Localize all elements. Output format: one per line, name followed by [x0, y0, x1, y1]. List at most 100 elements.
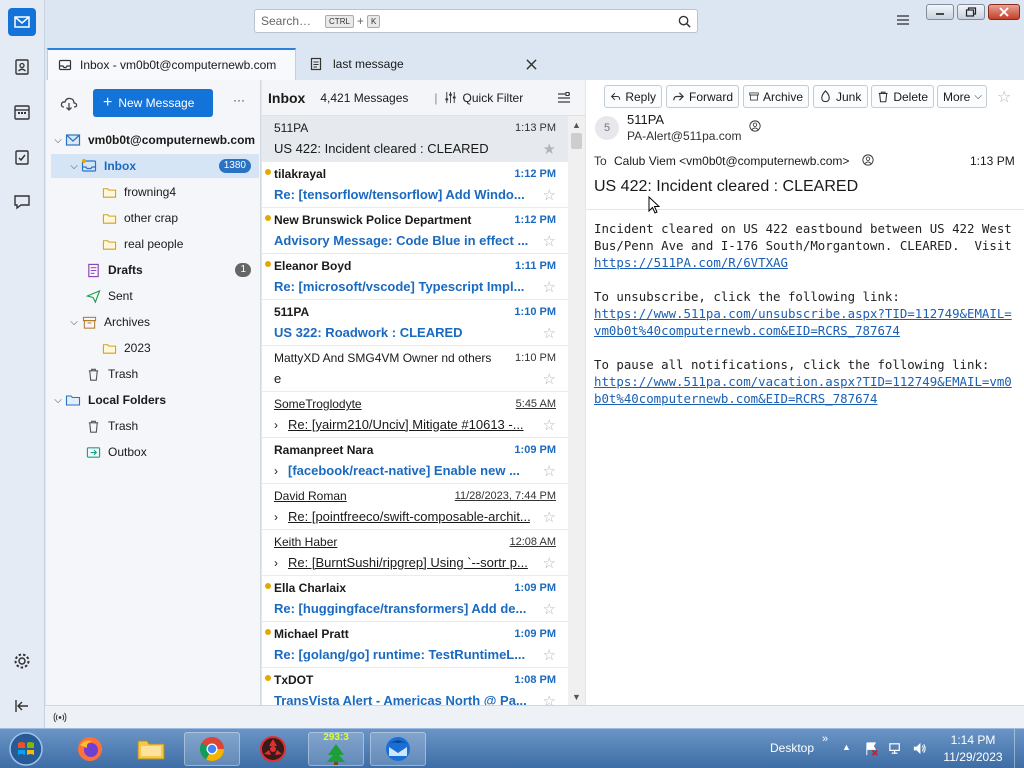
- table-row[interactable]: Ramanpreet Nara 1:09 PM › [facebook/reac…: [262, 438, 568, 484]
- more-button[interactable]: More ⌵: [937, 85, 987, 108]
- table-row[interactable]: David Roman 11/28/2023, 7:44 PM › Re: [p…: [262, 484, 568, 530]
- scrollbar-thumb[interactable]: [571, 133, 582, 149]
- tray-show-hidden-icon[interactable]: ▲: [842, 742, 851, 752]
- star-icon[interactable]: ☆: [543, 278, 556, 296]
- local-folder-trash[interactable]: Trash: [51, 414, 259, 438]
- table-row[interactable]: SomeTroglodyte 5:45 AM › Re: [yairm210/U…: [262, 392, 568, 438]
- address-book-button[interactable]: [8, 53, 36, 81]
- table-row[interactable]: Keith Haber 12:08 AM › Re: [BurntSushi/r…: [262, 530, 568, 576]
- clock-time[interactable]: 1:14 PM: [940, 733, 1006, 747]
- star-icon[interactable]: ☆: [543, 554, 556, 572]
- taskbar-security-app[interactable]: [245, 732, 301, 766]
- table-row[interactable]: Michael Pratt 1:09 PM Re: [golang/go] ru…: [262, 622, 568, 668]
- star-icon[interactable]: ☆: [543, 508, 556, 526]
- from-email[interactable]: PA-Alert@511pa.com: [627, 129, 741, 143]
- table-row[interactable]: New Brunswick Police Department 1:12 PM …: [262, 208, 568, 254]
- folder-frowning4[interactable]: frowning4: [51, 180, 259, 204]
- archive-button[interactable]: Archive: [743, 85, 809, 108]
- table-row[interactable]: MattyXD And SMG4VM Owner nd others 1:10 …: [262, 346, 568, 392]
- folder-pane-more-button[interactable]: ···: [230, 93, 248, 111]
- folder-sent[interactable]: Sent: [51, 284, 259, 308]
- desktop-toolbar-label[interactable]: Desktop: [770, 741, 814, 755]
- network-icon[interactable]: [888, 741, 903, 756]
- chat-button[interactable]: [8, 188, 36, 216]
- thread-expand-icon[interactable]: ›: [274, 556, 278, 570]
- star-icon[interactable]: ☆: [543, 186, 556, 204]
- quick-filter-button[interactable]: Quick Filter: [444, 91, 523, 105]
- to-value[interactable]: Calub Viem <vm0b0t@computernewb.com>: [614, 154, 849, 168]
- show-desktop-button[interactable]: [1014, 729, 1024, 768]
- start-button[interactable]: [6, 731, 46, 767]
- tasks-button[interactable]: [8, 143, 36, 171]
- star-icon[interactable]: ☆: [543, 646, 556, 664]
- from-name[interactable]: 511PA: [627, 112, 664, 127]
- table-row[interactable]: tilakrayal 1:12 PM Re: [tensorflow/tenso…: [262, 162, 568, 208]
- folder-inbox[interactable]: ⌵ Inbox 1380: [51, 154, 259, 178]
- settings-button[interactable]: [8, 647, 36, 675]
- folder-drafts[interactable]: Drafts 1: [51, 258, 259, 282]
- action-center-flag-icon[interactable]: [864, 741, 879, 756]
- minimize-button[interactable]: [926, 4, 954, 20]
- thread-expand-icon[interactable]: ›: [274, 418, 278, 432]
- folder-2023[interactable]: 2023: [51, 336, 259, 360]
- chevron-down-icon[interactable]: ⌵: [67, 161, 81, 172]
- taskbar-firefox[interactable]: [62, 732, 118, 766]
- junk-button[interactable]: Junk: [813, 85, 868, 108]
- clock-date[interactable]: 11/29/2023: [940, 750, 1006, 764]
- star-icon[interactable]: ☆: [543, 692, 556, 705]
- star-icon[interactable]: ☆: [543, 600, 556, 618]
- scroll-up-icon[interactable]: ▲: [572, 120, 581, 130]
- folder-other-crap[interactable]: other crap: [51, 206, 259, 230]
- taskbar-counter-app[interactable]: 293:3: [308, 732, 364, 766]
- table-row[interactable]: Ella Charlaix 1:09 PM Re: [huggingface/t…: [262, 576, 568, 622]
- local-folders-row[interactable]: ⌵ Local Folders: [51, 388, 259, 412]
- taskbar-explorer[interactable]: [123, 732, 179, 766]
- contact-icon[interactable]: [862, 154, 874, 166]
- app-menu-button[interactable]: [896, 13, 910, 27]
- close-window-button[interactable]: [988, 4, 1020, 20]
- collapse-spaces-button[interactable]: [8, 692, 36, 720]
- star-icon[interactable]: ☆: [543, 324, 556, 342]
- delete-button[interactable]: Delete: [871, 85, 934, 108]
- maximize-button[interactable]: [957, 4, 985, 20]
- volume-icon[interactable]: [912, 741, 927, 756]
- toolbar-expand-icon[interactable]: »: [822, 733, 828, 745]
- new-message-button[interactable]: + New Message: [93, 89, 213, 117]
- table-row[interactable]: TxDOT 1:08 PM TransVista Alert - America…: [262, 668, 568, 705]
- star-icon[interactable]: ★: [543, 140, 556, 158]
- thread-expand-icon[interactable]: ›: [274, 464, 278, 478]
- mail-space-button[interactable]: [8, 8, 36, 36]
- local-folder-outbox[interactable]: Outbox: [51, 440, 259, 464]
- chevron-down-icon[interactable]: ⌵: [51, 395, 65, 406]
- star-icon[interactable]: ☆: [543, 416, 556, 434]
- star-icon[interactable]: ☆: [543, 462, 556, 480]
- account-row[interactable]: ⌵ vm0b0t@computernewb.com: [51, 128, 259, 152]
- close-tab-icon[interactable]: [526, 59, 537, 70]
- tab-inbox[interactable]: Inbox - vm0b0t@computernewb.com: [47, 48, 296, 80]
- incident-link[interactable]: https://511PA.com/R/6VTXAG: [594, 255, 788, 270]
- table-row[interactable]: 511PA 1:10 PM US 322: Roadwork : CLEARED…: [262, 300, 568, 346]
- star-icon[interactable]: ☆: [543, 232, 556, 250]
- display-options-icon[interactable]: [557, 91, 571, 105]
- folder-trash[interactable]: Trash: [51, 362, 259, 386]
- contact-icon[interactable]: [749, 120, 761, 132]
- search-bar[interactable]: Search… CTRL + K: [254, 9, 698, 33]
- tab-last-message[interactable]: last message: [299, 48, 545, 80]
- unsubscribe-link[interactable]: https://www.511pa.com/unsubscribe.aspx?T…: [594, 306, 1012, 338]
- folder-archives[interactable]: ⌵ Archives: [51, 310, 259, 334]
- scroll-down-icon[interactable]: ▼: [572, 692, 581, 702]
- taskbar-thunderbird[interactable]: [370, 732, 426, 766]
- calendar-button[interactable]: [8, 98, 36, 126]
- taskbar-chrome[interactable]: [184, 732, 240, 766]
- star-icon[interactable]: ☆: [543, 370, 556, 388]
- table-row[interactable]: Eleanor Boyd 1:11 PM Re: [microsoft/vsco…: [262, 254, 568, 300]
- thread-expand-icon[interactable]: ›: [274, 510, 278, 524]
- folder-real-people[interactable]: real people: [51, 232, 259, 256]
- chevron-down-icon[interactable]: ⌵: [67, 317, 81, 328]
- reply-button[interactable]: Reply: [604, 85, 662, 108]
- chevron-down-icon[interactable]: ⌵: [51, 135, 65, 146]
- get-messages-button[interactable]: [60, 95, 78, 113]
- table-row[interactable]: 511PA 1:13 PM US 422: Incident cleared :…: [262, 116, 568, 162]
- star-icon[interactable]: ☆: [997, 87, 1011, 107]
- pause-link[interactable]: https://www.511pa.com/vacation.aspx?TID=…: [594, 374, 1012, 406]
